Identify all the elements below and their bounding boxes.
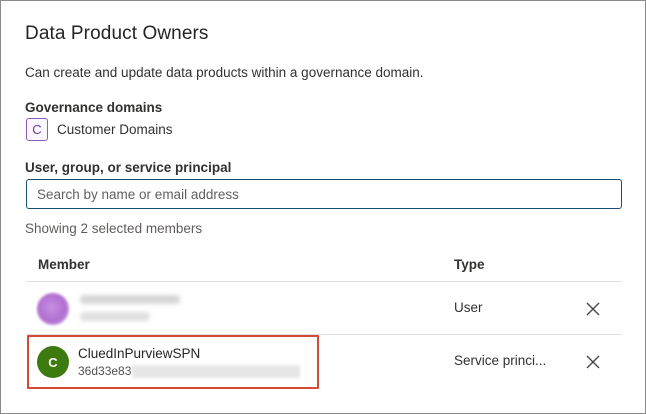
redacted-member-name [80, 295, 180, 304]
principal-search-box[interactable] [26, 179, 622, 209]
data-product-owners-panel: Data Product Owners Can create and updat… [0, 0, 646, 414]
member-type: User [454, 300, 483, 315]
avatar [37, 293, 69, 325]
domain-name: Customer Domains [57, 122, 173, 137]
domain-initial-badge: C [26, 118, 48, 141]
principal-picker-label: User, group, or service principal [25, 160, 232, 175]
governance-domains-label: Governance domains [25, 100, 163, 115]
member-id: 36d33e83 [78, 364, 132, 378]
member-name: CluedInPurviewSPN [78, 346, 201, 361]
avatar: C [37, 346, 69, 378]
close-icon [586, 302, 600, 316]
redacted-member-id [132, 365, 300, 378]
governance-domain-chip: C Customer Domains [26, 118, 173, 141]
column-header-member: Member [38, 257, 90, 272]
members-table-header: Member Type [26, 249, 622, 282]
remove-member-button[interactable] [583, 299, 603, 319]
member-type: Service princi... [454, 353, 547, 368]
selected-members-summary: Showing 2 selected members [25, 221, 203, 236]
redacted-member-email [80, 312, 150, 321]
close-icon [586, 355, 600, 369]
dialog-description: Can create and update data products with… [25, 65, 424, 80]
dialog-title: Data Product Owners [25, 23, 209, 44]
member-row: C CluedInPurviewSPN 36d33e83 Service pri… [26, 336, 622, 388]
column-header-type: Type [454, 257, 485, 272]
principal-search-input[interactable] [27, 180, 621, 208]
member-row: User [26, 283, 622, 335]
remove-member-button[interactable] [583, 352, 603, 372]
